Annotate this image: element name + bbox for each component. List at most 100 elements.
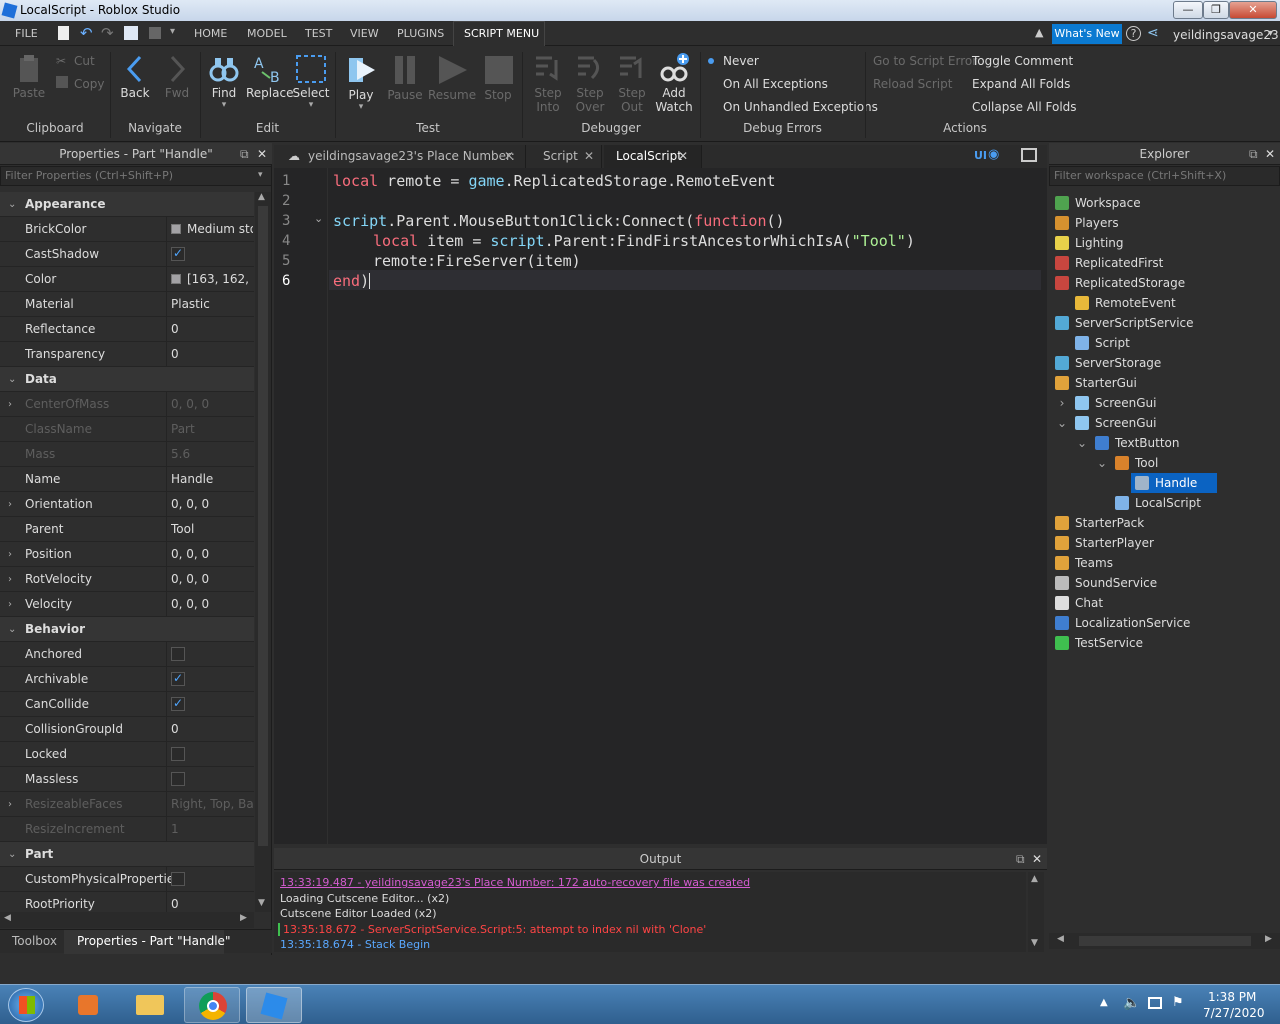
tab-script-close-icon[interactable]: ✕ [584, 145, 594, 168]
explorer-item[interactable]: ⌄ ScreenGui [1057, 413, 1157, 433]
explorer-item[interactable]: Handle [1131, 473, 1218, 493]
forward-button[interactable]: Fwd [162, 54, 192, 100]
property-value[interactable]: 0 [171, 347, 253, 361]
property-value[interactable]: 0, 0, 0 [171, 397, 253, 411]
debug-unhandled-exceptions-option[interactable]: On Unhandled Exceptions [723, 100, 878, 114]
filter-dropdown-icon[interactable]: ▾ [258, 170, 263, 180]
output-log[interactable]: 13:33:19.487 - yeildingsavage23's Place … [274, 872, 1026, 952]
property-value[interactable]: 0 [171, 322, 253, 336]
tab-localscript[interactable]: LocalScript ✕ [604, 145, 702, 168]
expand-chevron-icon[interactable]: › [8, 499, 12, 510]
property-checkbox[interactable] [171, 647, 185, 661]
maximize-button[interactable]: ❐ [1203, 1, 1229, 19]
expand-chevron-icon[interactable]: › [8, 574, 12, 585]
close-button[interactable]: ✕ [1229, 1, 1277, 19]
property-row[interactable]: RootPriority 0 [0, 892, 254, 912]
collapse-chevron-icon[interactable]: ⌄ [8, 374, 16, 385]
stop-icon[interactable] [149, 27, 161, 39]
property-category[interactable]: ⌄ Appearance [0, 192, 254, 217]
explorer-item[interactable]: SoundService [1055, 573, 1157, 593]
explorer-item[interactable]: Chat [1055, 593, 1103, 613]
replace-button[interactable]: AB Replace [246, 54, 293, 100]
explorer-filter-input[interactable]: Filter workspace (Ctrl+Shift+X) [1049, 166, 1280, 186]
minimize-button[interactable]: — [1173, 1, 1203, 19]
property-checkbox[interactable] [171, 747, 185, 761]
property-row[interactable]: Reflectance 0 [0, 317, 254, 342]
property-row[interactable]: › ResizeableFaces Right, Top, Back... [0, 792, 254, 817]
output-scrollbar[interactable]: ▲ ▼ [1028, 872, 1044, 952]
property-value[interactable]: Tool [171, 522, 253, 536]
property-value[interactable]: Part [171, 422, 253, 436]
quick-access-dropdown-icon[interactable]: ▾ [170, 26, 175, 37]
property-row[interactable]: CollisionGroupId 0 [0, 717, 254, 742]
scroll-down-icon[interactable]: ▼ [258, 898, 265, 908]
properties-tab[interactable]: Properties - Part "Handle" [77, 934, 230, 948]
expand-all-folds-button[interactable]: Expand All Folds [972, 77, 1070, 91]
whats-new-button[interactable]: What's New [1052, 24, 1122, 44]
undock-icon[interactable]: ⧉ [240, 143, 249, 165]
explorer-item[interactable]: ReplicatedStorage [1055, 273, 1185, 293]
explorer-item[interactable]: StarterPack [1055, 513, 1144, 533]
pause-button[interactable]: Pause [386, 54, 424, 102]
property-checkbox[interactable] [171, 246, 185, 261]
file-menu[interactable]: FILE [15, 27, 38, 40]
step-over-button[interactable]: Step Over [572, 54, 608, 114]
properties-close-icon[interactable]: ✕ [257, 143, 267, 165]
explorer-item[interactable]: ServerScriptService [1055, 313, 1194, 333]
expand-chevron-icon[interactable]: › [1055, 393, 1069, 413]
properties-scroll-thumb[interactable] [258, 206, 268, 846]
ui-toggle[interactable]: UI [974, 149, 987, 162]
collapse-chevron-icon[interactable]: ⌄ [8, 849, 16, 860]
action-center-icon[interactable]: ⚑ [1172, 995, 1184, 1010]
explorer-close-icon[interactable]: ✕ [1265, 143, 1275, 165]
explorer-item[interactable]: ReplicatedFirst [1055, 253, 1163, 273]
property-row[interactable]: ClassName Part [0, 417, 254, 442]
scroll-up-icon[interactable]: ▲ [258, 192, 265, 202]
property-value[interactable]: Plastic [171, 297, 253, 311]
roblox-studio-taskbar-icon[interactable] [246, 987, 302, 1023]
explorer-item[interactable]: Players [1055, 213, 1119, 233]
property-row[interactable]: Archivable [0, 667, 254, 692]
properties-hscrollbar[interactable]: ◀ ▶ [0, 912, 254, 928]
step-out-button[interactable]: Step Out [614, 54, 650, 114]
debug-never-option[interactable]: Never [723, 54, 759, 68]
collapse-chevron-icon[interactable]: ⌄ [1055, 413, 1069, 433]
property-row[interactable]: › Velocity 0, 0, 0 [0, 592, 254, 617]
scroll-left-icon[interactable]: ◀ [4, 913, 11, 923]
username-label[interactable]: yeildingsavage23 [1173, 28, 1279, 42]
property-category[interactable]: ⌄ Part [0, 842, 254, 867]
explorer-item[interactable]: › ScreenGui [1060, 393, 1157, 413]
property-row[interactable]: CastShadow [0, 242, 254, 267]
output-close-icon[interactable]: ✕ [1032, 848, 1042, 870]
script-editor[interactable]: 1 2 3 4 5 6 ⌄ local remote = game.Replic… [274, 168, 1047, 844]
property-row[interactable]: Name Handle [0, 467, 254, 492]
tab-place[interactable]: ☁ yeildingsavage23's Place Number: 172 ✕ [282, 145, 526, 186]
property-row[interactable]: Mass 5.6 [0, 442, 254, 467]
tablet-icon[interactable] [1021, 148, 1037, 162]
share-icon[interactable]: ⋖ [1147, 25, 1159, 41]
explorer-item[interactable]: RemoteEvent [1075, 293, 1176, 313]
user-dropdown-icon[interactable]: ▾ [1268, 28, 1273, 39]
new-file-icon[interactable] [58, 26, 69, 40]
collapse-ribbon-icon[interactable]: ▲ [1035, 26, 1043, 39]
plugin-icon[interactable] [124, 26, 138, 40]
property-row[interactable]: CanCollide [0, 692, 254, 717]
property-value[interactable]: 1 [171, 822, 253, 836]
tab-place-close-icon[interactable]: ✕ [504, 145, 514, 168]
explorer-item[interactable]: Lighting [1055, 233, 1124, 253]
property-row[interactable]: › CenterOfMass 0, 0, 0 [0, 392, 254, 417]
never-radio-selected[interactable] [708, 58, 714, 64]
redo-icon[interactable]: ↷ [101, 24, 114, 42]
expand-chevron-icon[interactable]: › [8, 599, 12, 610]
property-row[interactable]: Parent Tool [0, 517, 254, 542]
explorer-item[interactable]: Teams [1055, 553, 1113, 573]
collapse-chevron-icon[interactable]: ⌄ [1075, 433, 1089, 453]
property-row[interactable]: Massless [0, 767, 254, 792]
property-value[interactable]: 0, 0, 0 [171, 547, 253, 561]
tab-view[interactable]: VIEW [350, 27, 379, 40]
properties-filter-input[interactable]: Filter Properties (Ctrl+Shift+P) [0, 166, 272, 186]
property-checkbox[interactable] [171, 671, 185, 686]
explorer-item[interactable]: StarterPlayer [1055, 533, 1154, 553]
property-category[interactable]: ⌄ Behavior [0, 617, 254, 642]
explorer-item[interactable]: TestService [1055, 633, 1143, 653]
